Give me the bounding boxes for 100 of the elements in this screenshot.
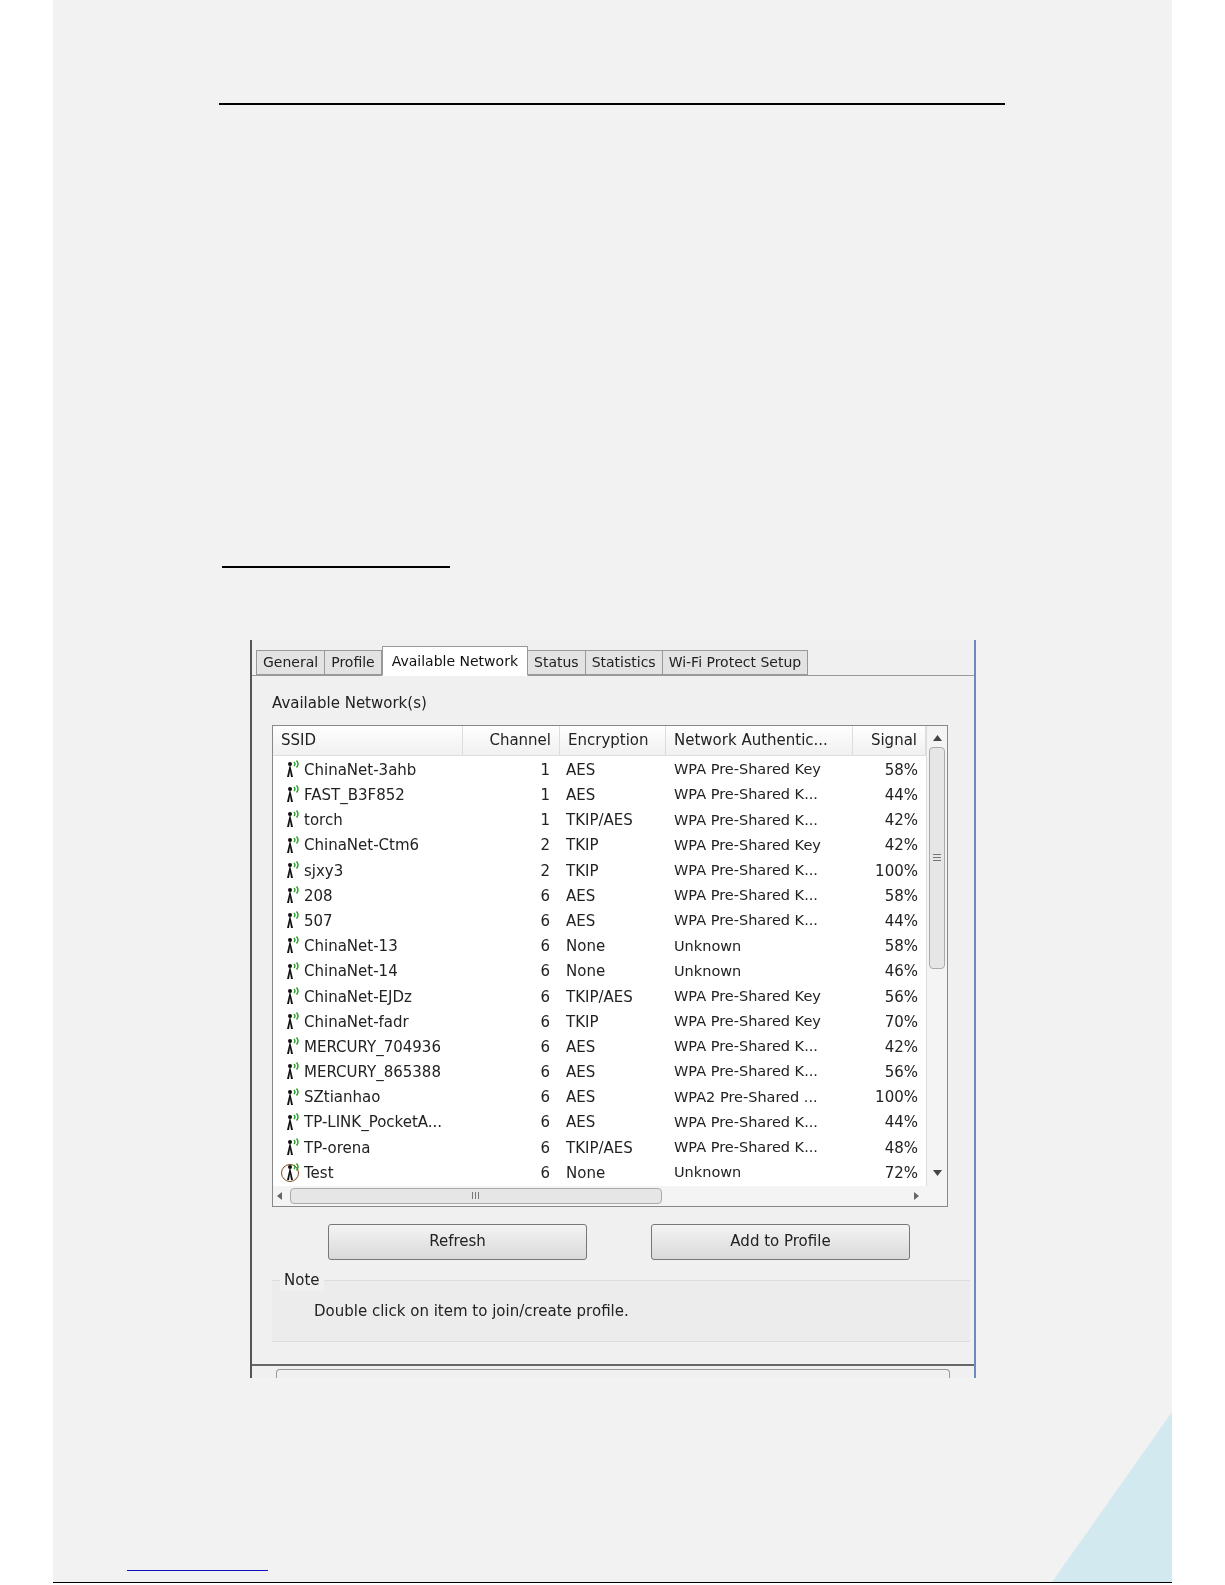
- channel-cell-text: 6: [539, 986, 551, 1008]
- channel-cell-text: 1: [539, 810, 551, 832]
- authentication-cell-text: WPA Pre-Shared Key: [673, 760, 822, 780]
- signal-cell-text: 100%: [874, 860, 919, 882]
- scroll-thumb[interactable]: [929, 746, 945, 969]
- signal-cell-text: 44%: [883, 785, 919, 807]
- vertical-scrollbar[interactable]: [926, 725, 947, 1186]
- encryption-cell-text: TKIP/AES: [565, 810, 634, 832]
- channel-cell-text: 1: [539, 785, 551, 807]
- channel-cell-text: 6: [539, 1087, 551, 1109]
- encryption-cell-text: AES: [565, 1112, 597, 1134]
- signal-cell-text: 42%: [883, 1036, 919, 1058]
- signal-cell-text: 44%: [883, 1112, 919, 1134]
- tab[interactable]: Wi-Fi Protect Setup: [662, 650, 809, 675]
- encryption-cell-text: AES: [565, 759, 597, 781]
- encryption-cell-text: AES: [565, 885, 597, 907]
- authentication-cell-text: WPA Pre-Shared K...: [673, 886, 819, 906]
- channel-cell-text: 6: [539, 936, 551, 958]
- dialog-button[interactable]: Add to Profile: [651, 1223, 910, 1260]
- tab[interactable]: Status: [528, 650, 586, 675]
- authentication-cell-text: WPA Pre-Shared K...: [673, 810, 819, 830]
- ssid-cell-text: Test: [304, 1162, 334, 1184]
- encryption-cell-text: AES: [565, 1087, 597, 1109]
- horizontal-scrollbar[interactable]: [273, 1185, 947, 1206]
- channel-cell-text: 6: [539, 961, 551, 983]
- ssid-cell-text: MERCURY_704936: [304, 1036, 441, 1058]
- signal-cell-text: 56%: [883, 1062, 919, 1084]
- authentication-cell-text: WPA Pre-Shared K...: [673, 1037, 819, 1057]
- authentication-cell-text: Unknown: [673, 1163, 743, 1183]
- tab[interactable]: General: [256, 650, 326, 675]
- section-title: Available Network(s): [272, 693, 428, 714]
- authentication-cell-text: WPA Pre-Shared K...: [673, 1112, 819, 1132]
- channel-cell-text: 2: [539, 860, 551, 882]
- signal-cell-text: 42%: [883, 835, 919, 857]
- right-arrow-icon[interactable]: [914, 1191, 919, 1200]
- encryption-cell-text: None: [565, 961, 607, 983]
- ssid-cell-text: sjxy3: [304, 860, 344, 882]
- encryption-cell-text: None: [565, 1162, 607, 1184]
- dialog-button[interactable]: Refresh: [328, 1223, 587, 1260]
- grip-icon: [472, 1192, 480, 1200]
- channel-cell-text: 1: [539, 759, 551, 781]
- ssid-cell-text: ChinaNet-14: [304, 961, 398, 983]
- ssid-cell-text: ChinaNet-fadr: [304, 1011, 409, 1033]
- channel-cell-text: 6: [539, 1112, 551, 1134]
- encryption-cell-text: TKIP/AES: [565, 1137, 634, 1159]
- down-arrow-icon[interactable]: [932, 1169, 942, 1176]
- ssid-cell-text: ChinaNet-13: [304, 936, 398, 958]
- grip-icon: [933, 854, 941, 861]
- encryption-cell-text: AES: [565, 785, 597, 807]
- ssid-cell-text: ChinaNet-Ctm6: [304, 835, 420, 857]
- signal-cell-text: 58%: [883, 936, 919, 958]
- tab[interactable]: Statistics: [585, 650, 663, 675]
- encryption-cell-text: TKIP/AES: [565, 986, 634, 1008]
- encryption-cell-text: AES: [565, 910, 597, 932]
- ssid-cell-text: FAST_B3F852: [304, 785, 405, 807]
- ssid-cell-text: 208: [304, 885, 333, 907]
- column-header[interactable]: Encryption: [560, 725, 666, 755]
- channel-cell-text: 2: [539, 835, 551, 857]
- channel-cell-text: 6: [539, 910, 551, 932]
- ssid-cell-text: torch: [304, 810, 343, 832]
- ssid-cell-text: 507: [304, 910, 333, 932]
- authentication-cell-text: WPA Pre-Shared K...: [673, 1062, 819, 1082]
- channel-cell-text: 6: [539, 885, 551, 907]
- authentication-cell-text: WPA Pre-Shared Key: [673, 986, 822, 1006]
- ssid-cell-text: ChinaNet-EJDz: [304, 986, 412, 1008]
- channel-cell-text: 6: [539, 1036, 551, 1058]
- tab[interactable]: Profile: [325, 650, 382, 675]
- up-arrow-icon[interactable]: [932, 734, 942, 741]
- authentication-cell-text: WPA Pre-Shared Key: [673, 835, 822, 855]
- encryption-cell-text: None: [565, 936, 607, 958]
- authentication-cell-text: WPA Pre-Shared K...: [673, 860, 819, 880]
- signal-cell-text: 100%: [874, 1087, 919, 1109]
- authentication-cell-text: WPA Pre-Shared K...: [673, 1138, 819, 1158]
- signal-cell-text: 46%: [883, 961, 919, 983]
- authentication-cell-text: WPA Pre-Shared K...: [673, 785, 819, 805]
- ssid-cell-text: ChinaNet-3ahb: [304, 759, 417, 781]
- encryption-cell-text: AES: [565, 1062, 597, 1084]
- ssid-cell-text: TP-orena: [304, 1137, 371, 1159]
- signal-cell-text: 56%: [883, 986, 919, 1008]
- signal-cell-text: 58%: [883, 759, 919, 781]
- note-text: Double click on item to join/create profile.: [314, 1300, 630, 1322]
- channel-cell-text: 6: [539, 1062, 551, 1084]
- encryption-cell-text: TKIP: [565, 835, 600, 857]
- column-header[interactable]: Channel: [463, 725, 560, 755]
- authentication-cell-text: Unknown: [673, 961, 743, 981]
- encryption-cell-text: TKIP: [565, 1011, 600, 1033]
- signal-cell-text: 70%: [883, 1011, 919, 1033]
- column-header[interactable]: SSID: [273, 725, 463, 755]
- signal-cell-text: 58%: [883, 885, 919, 907]
- tab[interactable]: Available Network: [381, 646, 528, 676]
- network-list[interactable]: [272, 724, 948, 1207]
- signal-cell-text: 72%: [883, 1162, 919, 1184]
- signal-cell-text: 44%: [883, 910, 919, 932]
- authentication-cell-text: WPA Pre-Shared Key: [673, 1012, 822, 1032]
- authentication-cell-text: WPA2 Pre-Shared ...: [673, 1087, 819, 1107]
- encryption-cell-text: TKIP: [565, 860, 600, 882]
- channel-cell-text: 6: [539, 1137, 551, 1159]
- scroll-thumb[interactable]: [290, 1187, 662, 1204]
- column-header[interactable]: Network Authentic...: [666, 725, 853, 755]
- left-arrow-icon[interactable]: [277, 1191, 282, 1200]
